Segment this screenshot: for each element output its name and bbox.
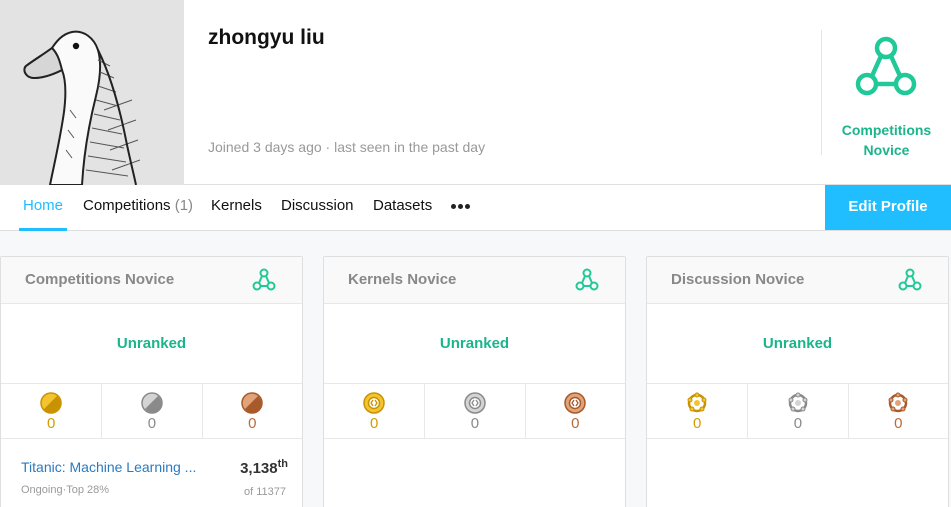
silver-count: 0	[470, 415, 480, 432]
tier-badge[interactable]: Competitions Novice	[822, 30, 951, 170]
card-header: Kernels Novice	[324, 257, 625, 304]
silver-kernel-medal-icon	[464, 392, 486, 414]
avatar[interactable]	[0, 0, 184, 185]
competition-rank-suffix: th	[277, 458, 288, 470]
card-title: Competitions Novice	[25, 271, 175, 288]
edit-profile-button[interactable]: Edit Profile	[825, 185, 951, 230]
tab-discussion[interactable]: Discussion	[281, 185, 354, 231]
profile-nav: Home Competitions (1) Kernels Discussion…	[0, 185, 951, 231]
medal-counts: 0 0 0	[647, 384, 948, 439]
competitions-card: Competitions Novice Unranked 0 0 0 Titan…	[0, 256, 303, 507]
novice-tier-icon	[898, 268, 922, 291]
gold-count: 0	[692, 415, 702, 432]
rank-status: Unranked	[647, 305, 948, 384]
silver-count: 0	[793, 415, 803, 432]
tab-kernels[interactable]: Kernels	[211, 185, 262, 231]
rank-status: Unranked	[324, 305, 625, 384]
card-title: Discussion Novice	[671, 271, 805, 288]
tier-label-line1: Competitions	[841, 122, 932, 138]
kernels-card: Kernels Novice Unranked 0 0 0	[323, 256, 626, 507]
joined-status: Joined 3 days ago · last seen in the pas…	[208, 139, 486, 155]
gold-medal: 0	[1, 384, 101, 439]
silver-medal: 0	[101, 384, 201, 439]
gold-competition-medal-icon	[40, 392, 62, 414]
rank-status: Unranked	[1, 305, 302, 384]
tab-datasets[interactable]: Datasets	[373, 185, 432, 231]
profile-header: zhongyu liu Joined 3 days ago · last see…	[0, 0, 951, 185]
gold-kernel-medal-icon	[363, 392, 385, 414]
novice-tier-icon	[252, 268, 276, 291]
bronze-medal: 0	[524, 384, 625, 439]
discussion-card: Discussion Novice Unranked 0 0 0	[646, 256, 949, 507]
bronze-count: 0	[894, 415, 903, 432]
username: zhongyu liu	[208, 26, 325, 49]
silver-count: 0	[147, 415, 157, 432]
novice-tier-icon	[575, 268, 599, 291]
bronze-medal: 0	[847, 384, 948, 439]
bronze-competition-medal-icon	[241, 392, 264, 414]
competition-rank-value: 3,138	[240, 460, 278, 477]
competition-link[interactable]: Titanic: Machine Learning ...	[21, 459, 213, 475]
novice-tier-icon	[855, 36, 917, 96]
goose-illustration	[0, 0, 184, 185]
bronze-discussion-medal-icon	[888, 392, 908, 413]
bronze-medal: 0	[201, 384, 302, 439]
tier-label-line2: Novice	[863, 142, 910, 158]
gold-count: 0	[46, 415, 56, 432]
tab-competitions-label: Competitions	[83, 197, 171, 214]
medal-counts: 0 0 0	[1, 384, 302, 439]
silver-competition-medal-icon	[141, 392, 163, 414]
tab-competitions[interactable]: Competitions (1)	[83, 185, 193, 231]
bronze-count: 0	[248, 415, 257, 432]
silver-discussion-medal-icon	[788, 392, 808, 413]
gold-discussion-medal-icon	[687, 392, 707, 413]
card-header: Competitions Novice	[1, 257, 302, 304]
competition-status: Ongoing·Top 28%	[21, 484, 110, 496]
silver-medal: 0	[424, 384, 524, 439]
competition-rank: 3,138th	[240, 458, 288, 477]
card-title: Kernels Novice	[348, 271, 457, 288]
tier-label: Competitions Novice	[822, 120, 951, 160]
tab-home[interactable]: Home	[19, 185, 68, 231]
bronze-count: 0	[571, 415, 580, 432]
card-header: Discussion Novice	[647, 257, 948, 304]
competition-entry: Titanic: Machine Learning ... Ongoing·To…	[1, 440, 302, 507]
gold-medal: 0	[647, 384, 747, 439]
competition-total: of 11377	[243, 486, 286, 498]
medal-counts: 0 0 0	[324, 384, 625, 439]
bronze-kernel-medal-icon	[564, 392, 587, 414]
gold-medal: 0	[324, 384, 424, 439]
gold-count: 0	[369, 415, 379, 432]
more-icon[interactable]	[451, 204, 471, 210]
silver-medal: 0	[747, 384, 847, 439]
tab-competitions-count: (1)	[174, 197, 194, 214]
